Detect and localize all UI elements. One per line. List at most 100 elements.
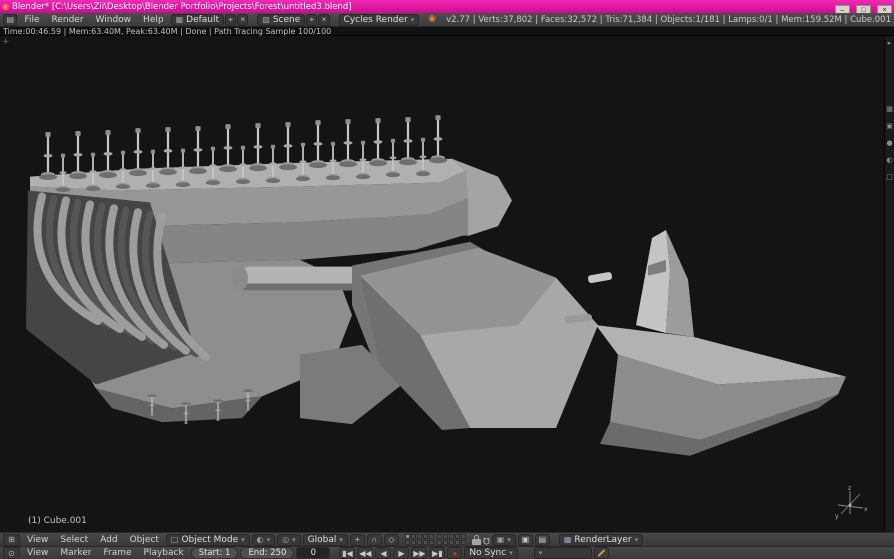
layer-toggle[interactable] (405, 540, 410, 545)
viewport-3d[interactable]: + (1) Cube.001 x y z (0, 36, 884, 532)
render-status-bar: Time:00:46.59 | Mem:63.40M, Peak:63.40M … (0, 27, 894, 36)
view3d-header: ⊞ View Select Add Object □ Object Mode ▾… (0, 532, 894, 546)
layer-toggle[interactable] (461, 534, 466, 539)
keying-set-selector[interactable]: ▾ (534, 547, 592, 559)
editor-type-3dview-icon[interactable]: ⊞ (3, 534, 20, 546)
menu-add[interactable]: Add (95, 535, 122, 545)
snap-element-icon: ▣ (497, 536, 505, 544)
menu-render[interactable]: Render (47, 15, 89, 25)
expand-panel-icon[interactable]: ▸ (888, 39, 892, 47)
layer-toggle[interactable] (443, 540, 448, 545)
prev-keyframe-button[interactable]: ◀◀ (357, 547, 373, 559)
snap-element-selector[interactable]: ▣ ▾ (492, 534, 516, 546)
rotate-manipulator-button[interactable]: ∩ (367, 534, 382, 546)
frame-end-field[interactable]: End: 250 (240, 547, 294, 559)
timeline-header: ⊙ View Marker Frame Playback Start: 1 En… (0, 546, 894, 559)
frame-start-field[interactable]: Start: 1 (191, 547, 239, 559)
chevron-down-icon: ▾ (267, 536, 271, 544)
menu-window[interactable]: Window (91, 15, 137, 25)
layer-toggle[interactable] (429, 534, 434, 539)
editor-type-info-icon[interactable]: ▤ (3, 14, 17, 26)
pencil-icon (597, 549, 605, 557)
menu-select[interactable]: Select (55, 535, 93, 545)
properties-tab-render-icon[interactable]: ▦ (886, 105, 893, 113)
record-button[interactable]: ● (447, 547, 462, 559)
render-layer-value: RenderLayer (574, 535, 631, 545)
object-mode-icon: □ (171, 536, 179, 544)
mode-selector[interactable]: □ Object Mode ▾ (166, 534, 250, 546)
layer-toggle[interactable] (455, 534, 460, 539)
scene-selector[interactable]: ▧ Scene (257, 14, 305, 26)
jump-to-start-button[interactable]: ▮◀ (339, 547, 355, 559)
jump-to-end-button[interactable]: ▶▮ (429, 547, 445, 559)
scene-browse-icon: ▧ (262, 16, 270, 24)
play-button[interactable]: ▶ (393, 547, 409, 559)
render-layer-icon: ▦ (564, 536, 572, 544)
viewport-shading-selector[interactable]: ◐ ▾ (252, 534, 276, 546)
menu-playback[interactable]: Playback (139, 548, 189, 558)
expand-toolshelf-icon[interactable]: + (2, 37, 10, 47)
menu-object[interactable]: Object (125, 535, 164, 545)
add-layout-button[interactable]: + (225, 14, 236, 26)
layer-toggle[interactable] (429, 540, 434, 545)
menu-frame[interactable]: Frame (98, 548, 136, 558)
play-reverse-button[interactable]: ◀ (375, 547, 391, 559)
titlebar: ◉ Blender* [C:\Users\Zii\Desktop\Blender… (0, 0, 894, 13)
layer-toggle[interactable] (423, 540, 428, 545)
lock-layers-icon[interactable] (472, 535, 481, 545)
next-keyframe-button[interactable]: ▶▶ (411, 547, 427, 559)
translate-manipulator-button[interactable]: + (350, 534, 365, 546)
sync-mode-selector[interactable]: No Sync ▾ (464, 547, 517, 559)
add-scene-button[interactable]: + (306, 14, 317, 26)
mode-value: Object Mode (181, 535, 238, 545)
chevron-down-icon: ▾ (292, 536, 296, 544)
menu-file[interactable]: File (19, 15, 44, 25)
transform-orientation-selector[interactable]: Global ▾ (303, 534, 348, 546)
render-engine-selector[interactable]: Cycles Render ▾ (339, 14, 420, 26)
properties-tab-layers-icon[interactable]: ▣ (886, 122, 893, 130)
main-area: + (1) Cube.001 x y z ▸ ▦ ▣ ● ◐ □ (0, 36, 894, 532)
layer-toggle[interactable] (461, 540, 466, 545)
editor-type-timeline-icon[interactable]: ⊙ (3, 547, 20, 559)
properties-tab-scene-icon[interactable]: ● (886, 139, 892, 147)
render-engine-value: Cycles Render (344, 15, 408, 25)
current-frame-field[interactable]: 0 (296, 547, 330, 559)
pivot-center-selector[interactable]: ◎ ▾ (277, 534, 301, 546)
chevron-down-icon: ▾ (507, 536, 511, 544)
layer-toggle[interactable] (423, 534, 428, 539)
layer-toggle[interactable] (437, 540, 442, 545)
layer-toggle[interactable] (417, 534, 422, 539)
menu-help[interactable]: Help (138, 15, 169, 25)
menu-marker[interactable]: Marker (55, 548, 96, 558)
scale-manipulator-button[interactable]: ◇ (384, 534, 399, 546)
layer-toggle[interactable] (405, 534, 410, 539)
opengl-render-anim-button[interactable]: ▤ (535, 534, 550, 546)
layer-toggle[interactable] (411, 540, 416, 545)
menu-view[interactable]: View (22, 535, 53, 545)
chevron-down-icon: ▾ (411, 16, 415, 24)
layer-toggle[interactable] (455, 540, 460, 545)
remove-scene-button[interactable]: × (318, 14, 329, 26)
chevron-down-icon: ▾ (509, 549, 513, 557)
layer-toggle[interactable] (449, 540, 454, 545)
sync-value: No Sync (469, 548, 506, 558)
remove-layout-button[interactable]: × (237, 14, 248, 26)
info-header: ▤ File Render Window Help ▦ Default + × … (0, 13, 894, 27)
window-title: Blender* [C:\Users\Zii\Desktop\Blender P… (12, 2, 831, 12)
blender-logo-icon: ◉ (428, 15, 436, 24)
layer-toggle[interactable] (437, 534, 442, 539)
layer-toggle[interactable] (417, 540, 422, 545)
menu-view[interactable]: View (22, 548, 53, 558)
screen-layout-selector[interactable]: ▦ Default (171, 14, 224, 26)
insert-keyframe-button[interactable] (594, 547, 609, 559)
opengl-render-still-button[interactable]: ▣ (518, 534, 533, 546)
layer-toggle[interactable] (411, 534, 416, 539)
properties-tab-object-icon[interactable]: □ (886, 173, 893, 181)
layer-toggle[interactable] (449, 534, 454, 539)
properties-tab-world-icon[interactable]: ◐ (886, 156, 892, 164)
snap-magnet-icon[interactable]: Ω (483, 535, 490, 545)
render-layer-selector[interactable]: ▦ RenderLayer ▾ (559, 534, 643, 546)
mini-axis-gizmo: x y z (832, 484, 868, 520)
layer-toggle[interactable] (443, 534, 448, 539)
layers-group-2 (437, 534, 466, 545)
